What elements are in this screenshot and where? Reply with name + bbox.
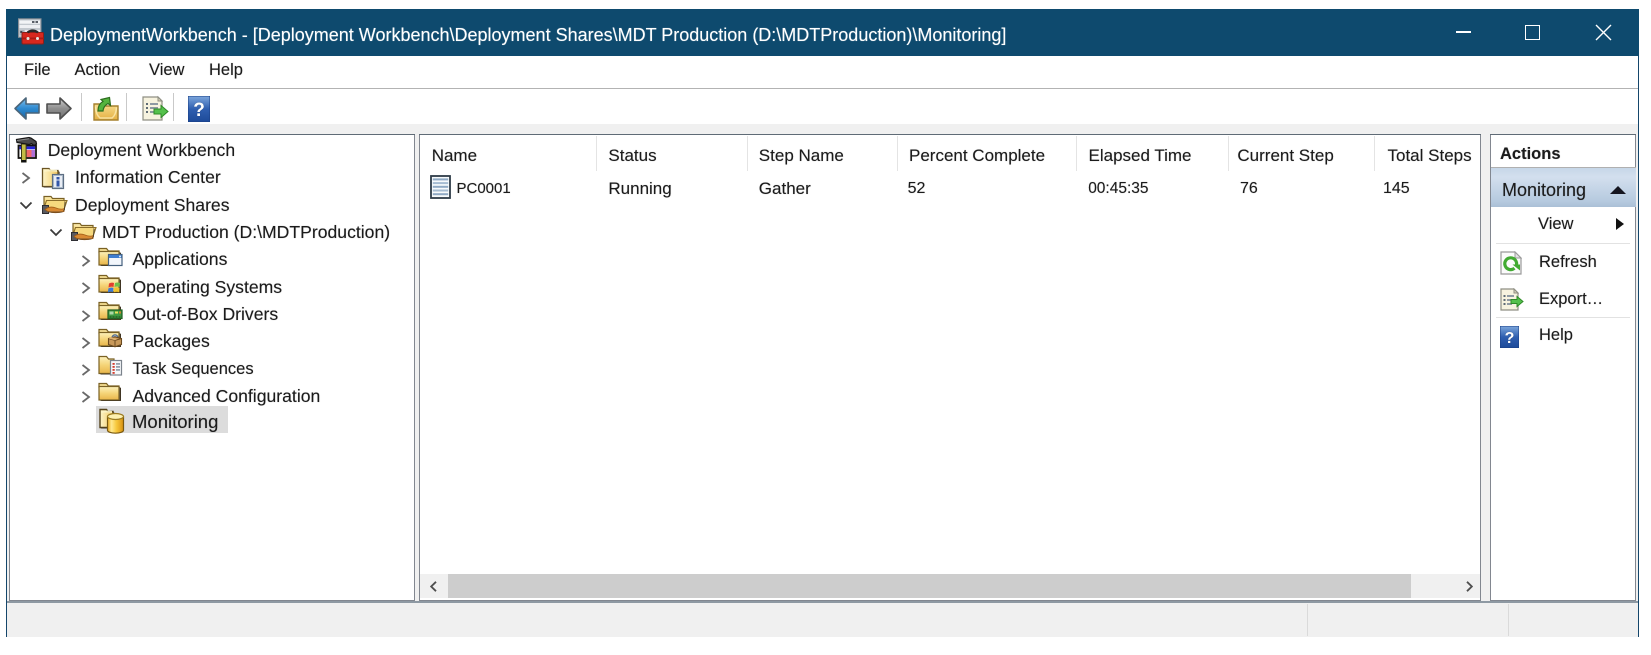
svg-text:?: ? bbox=[1505, 330, 1515, 347]
svg-text:?: ? bbox=[193, 100, 205, 121]
